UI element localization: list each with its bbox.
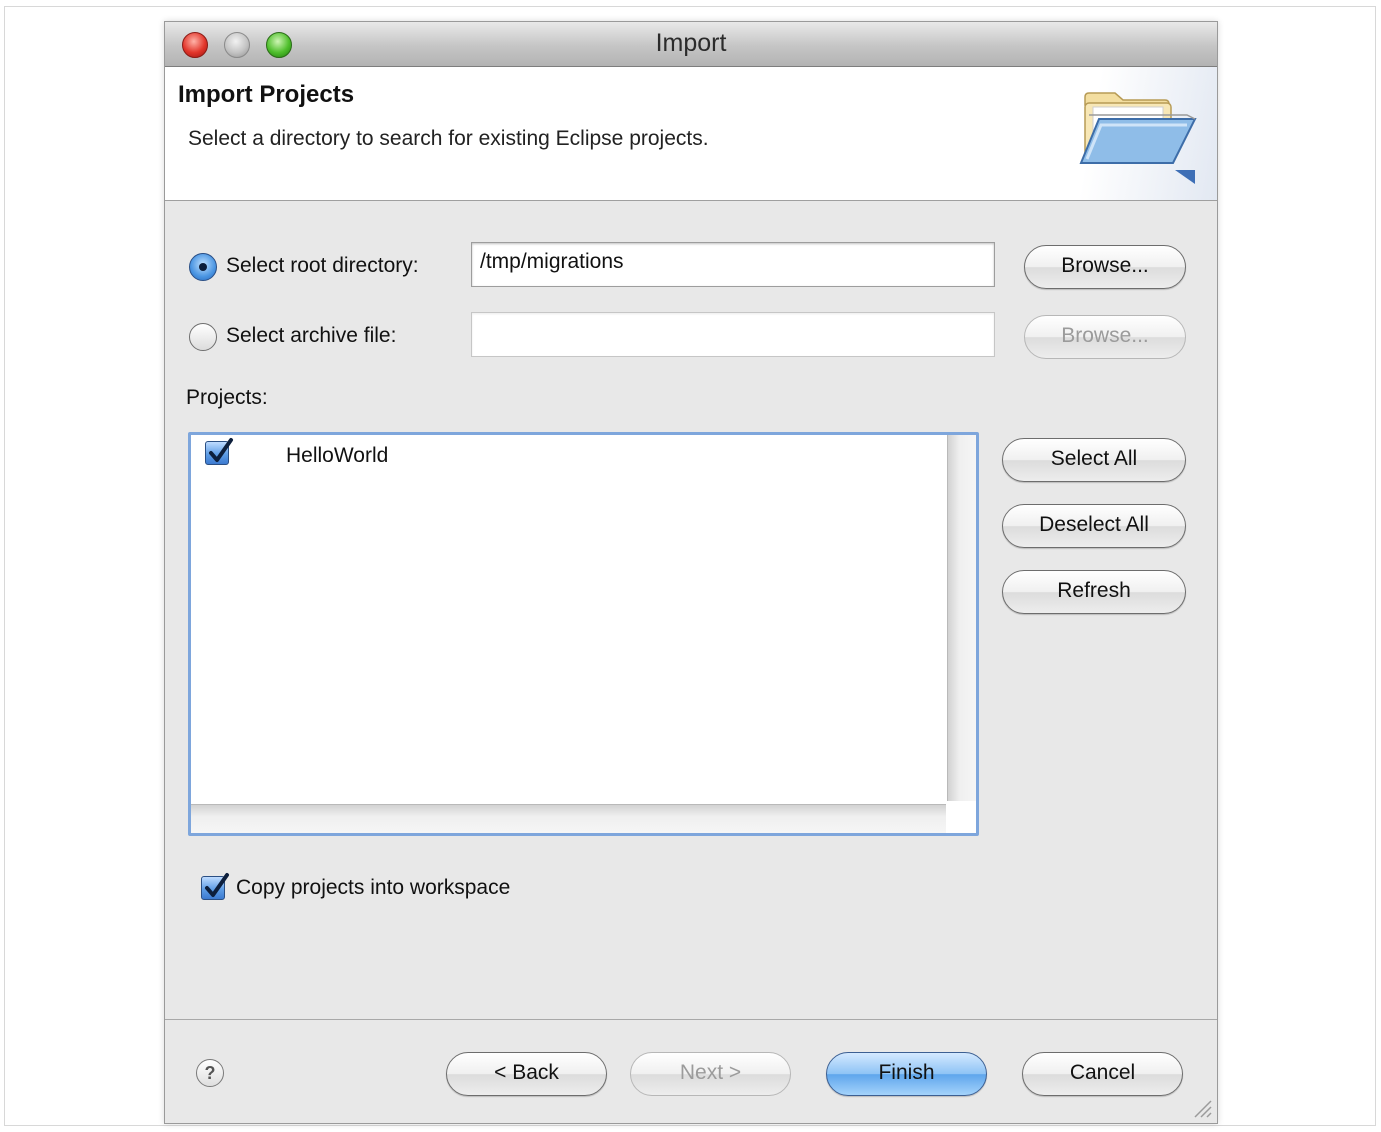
radio-dot xyxy=(199,263,207,271)
checkmark-icon xyxy=(205,873,229,897)
page-description: Select a directory to search for existin… xyxy=(188,127,709,150)
resize-grip-icon[interactable] xyxy=(1189,1095,1213,1119)
archive-file-radio[interactable] xyxy=(189,323,217,351)
copy-into-workspace-checkbox[interactable] xyxy=(201,873,229,900)
finish-button[interactable]: Finish xyxy=(826,1052,987,1096)
deselect-all-label: Deselect All xyxy=(1039,513,1149,536)
root-directory-label[interactable]: Select root directory: xyxy=(226,254,419,278)
browse-archive-file-button[interactable]: Browse... xyxy=(1024,315,1186,359)
root-directory-input[interactable]: /tmp/migrations xyxy=(471,242,995,287)
select-all-label: Select All xyxy=(1050,447,1138,470)
header-banner xyxy=(1067,67,1217,200)
next-button[interactable]: Next > xyxy=(630,1052,791,1096)
page-title: Import Projects xyxy=(178,81,355,108)
browse-root-directory-label: Browse... xyxy=(1061,254,1149,277)
cancel-label: Cancel xyxy=(1069,1061,1136,1084)
back-button[interactable]: < Back xyxy=(446,1052,607,1096)
browse-root-directory-button[interactable]: Browse... xyxy=(1024,245,1186,289)
wizard-header: Import Projects Select a directory to se… xyxy=(165,67,1217,201)
deselect-all-button[interactable]: Deselect All xyxy=(1002,504,1186,548)
help-symbol: ? xyxy=(204,1063,216,1083)
checkmark-icon xyxy=(209,438,233,462)
vertical-scrollbar[interactable] xyxy=(947,435,976,801)
window-title: Import xyxy=(655,29,727,57)
import-dialog: Import Import Projects Select a director… xyxy=(164,21,1218,1124)
refresh-button[interactable]: Refresh xyxy=(1002,570,1186,614)
open-folder-icon xyxy=(1079,92,1197,184)
helloworld-checkbox[interactable] xyxy=(205,438,233,465)
browse-archive-file-label: Browse... xyxy=(1061,324,1149,347)
help-icon[interactable]: ? xyxy=(196,1059,224,1087)
archive-file-label[interactable]: Select archive file: xyxy=(226,324,396,348)
next-label: Next > xyxy=(679,1061,742,1084)
footer-divider xyxy=(165,1019,1217,1020)
finish-label: Finish xyxy=(878,1061,935,1084)
archive-file-input[interactable] xyxy=(471,312,995,357)
projects-label: Projects: xyxy=(186,386,268,409)
cancel-button[interactable]: Cancel xyxy=(1022,1052,1183,1096)
back-label: < Back xyxy=(494,1061,559,1084)
refresh-label: Refresh xyxy=(1057,579,1131,602)
select-all-button[interactable]: Select All xyxy=(1002,438,1186,482)
root-directory-radio[interactable] xyxy=(189,253,217,281)
projects-list[interactable]: HelloWorld xyxy=(188,432,979,836)
title-bar[interactable]: Import xyxy=(165,22,1217,67)
horizontal-scrollbar[interactable] xyxy=(191,804,946,833)
list-item-label: HelloWorld xyxy=(286,444,389,467)
copy-into-workspace-label[interactable]: Copy projects into workspace xyxy=(236,876,510,900)
